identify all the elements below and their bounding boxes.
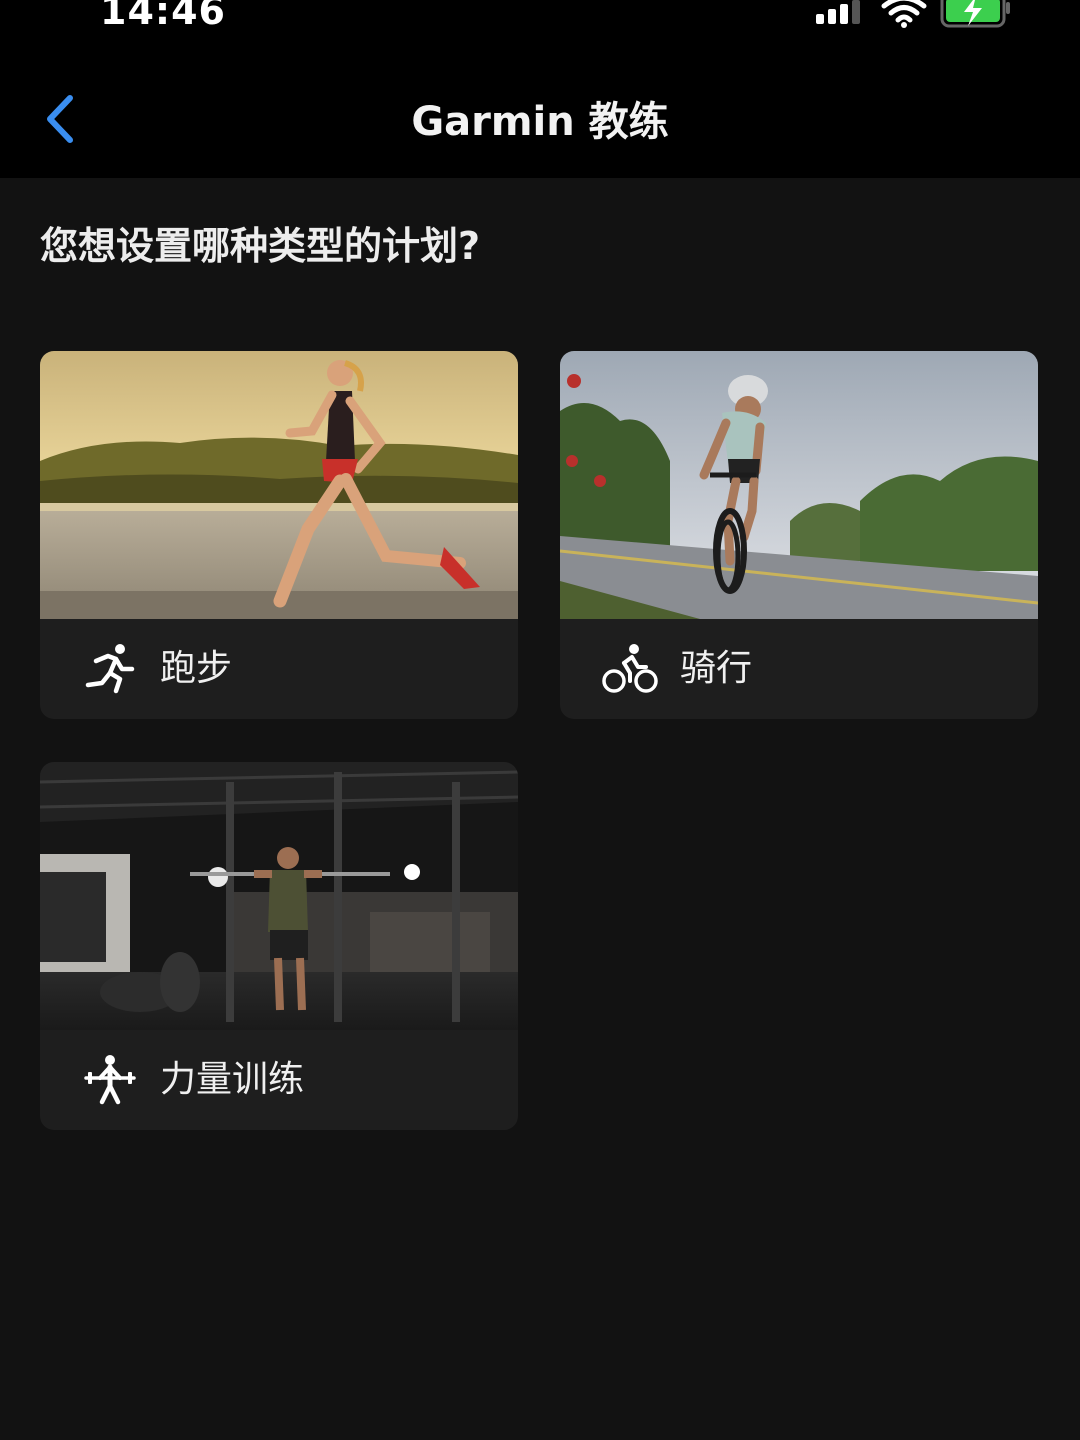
plan-card-footer: 跑步 [40, 619, 518, 719]
plan-type-question: 您想设置哪种类型的计划? [40, 224, 481, 268]
plan-label-running: 跑步 [160, 648, 233, 689]
wifi-icon [881, 0, 927, 28]
plan-card-footer: 骑行 [560, 619, 1038, 719]
plan-label-cycling: 骑行 [680, 648, 753, 689]
plan-card-cycling[interactable]: 骑行 [560, 351, 1038, 719]
gym-barbell-photo [40, 762, 518, 1030]
garmin-coach-plan-type-screen: 14:46 Garmin 教练 您想设置哪种类型的计划? 跑步 骑行 力量训练 [0, 0, 1080, 1440]
page-title: Garmin 教练 [411, 99, 669, 145]
plan-card-strength[interactable]: 力量训练 [40, 762, 518, 1130]
cellular-signal-icon [816, 0, 860, 24]
battery-charging-icon [940, 0, 1010, 28]
cyclist-road-photo [560, 351, 1038, 619]
woman-running-photo [40, 351, 518, 619]
navigation-bar: Garmin 教练 [0, 46, 1080, 178]
status-time: 14:46 [100, 0, 226, 33]
running-icon [82, 641, 138, 697]
plan-card-footer: 力量训练 [40, 1030, 518, 1130]
plan-card-running[interactable]: 跑步 [40, 351, 518, 719]
cycling-icon [602, 641, 658, 697]
plan-label-strength: 力量训练 [160, 1059, 305, 1100]
strength-training-icon [82, 1052, 138, 1108]
status-bar: 14:46 [0, 0, 1080, 46]
